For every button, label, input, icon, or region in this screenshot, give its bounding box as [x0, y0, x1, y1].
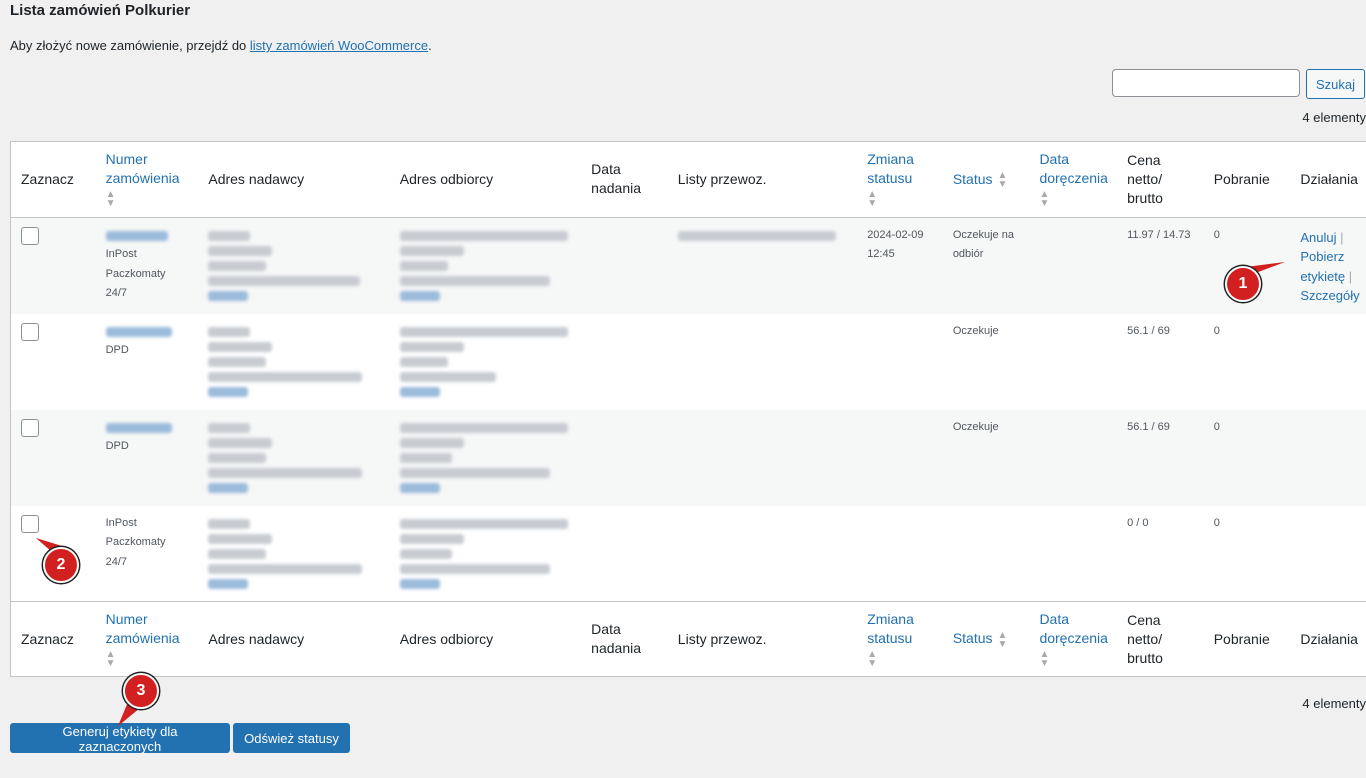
callout-arrows	[36, 262, 1285, 726]
callout-marker-1: 1	[1225, 266, 1261, 302]
callout-marker-3: 3	[123, 673, 159, 709]
callout-marker-2: 2	[43, 547, 79, 583]
